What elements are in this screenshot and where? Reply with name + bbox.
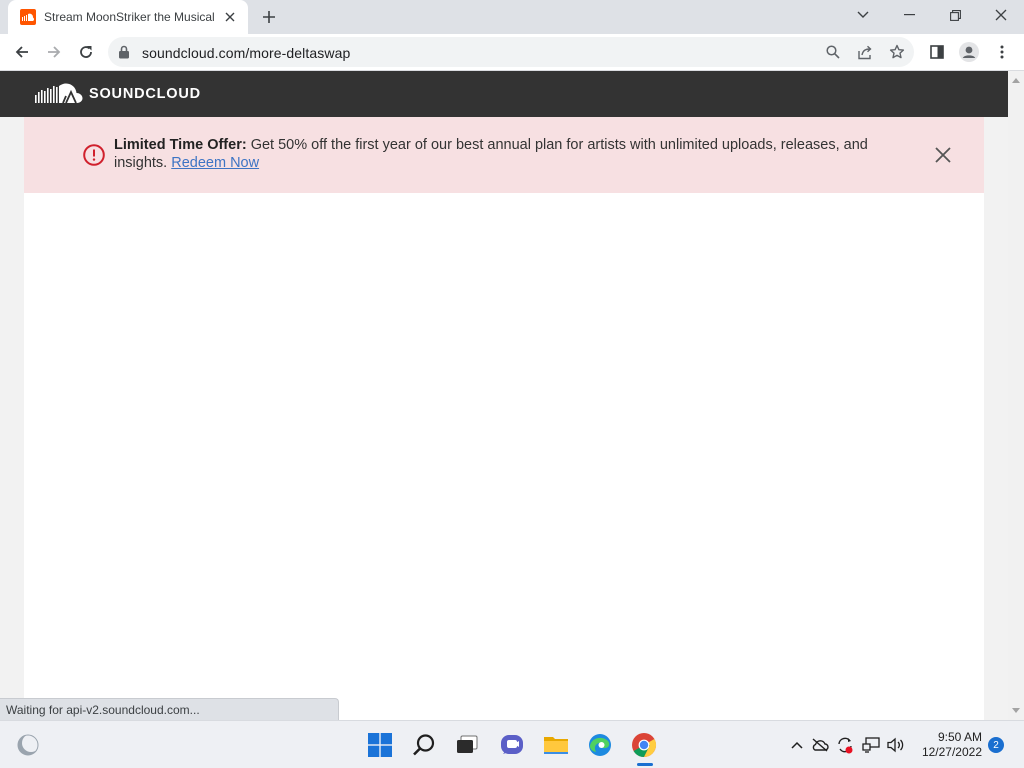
lock-icon[interactable]: [118, 45, 130, 64]
scroll-down-icon[interactable]: [1012, 706, 1020, 714]
volume-icon[interactable]: [887, 736, 905, 754]
show-hidden-icons-chevron-icon[interactable]: [788, 736, 806, 754]
search-taskbar-icon[interactable]: [408, 729, 440, 761]
sync-alert-icon[interactable]: [836, 736, 854, 754]
edge-browser-icon[interactable]: [584, 729, 616, 761]
status-bubble: Waiting for api-v2.soundcloud.com...: [0, 698, 339, 720]
minimize-button[interactable]: [886, 0, 932, 30]
page-viewport: SOUNDCLOUD Limited Time Offer: Get 50% o…: [0, 71, 1008, 720]
scroll-up-icon[interactable]: [1012, 77, 1020, 85]
soundcloud-cloud-icon: [35, 83, 83, 104]
taskbar-clock[interactable]: 9:50 AM 12/27/2022: [912, 730, 982, 760]
page-scrollbar[interactable]: [1008, 71, 1024, 720]
browser-toolbar: soundcloud.com/more-deltaswap: [0, 34, 1024, 71]
main-content: Limited Time Offer: Get 50% off the firs…: [24, 117, 984, 720]
clock-time: 9:50 AM: [937, 730, 982, 744]
new-tab-button[interactable]: [258, 6, 280, 28]
file-explorer-icon[interactable]: [540, 729, 572, 761]
browser-menu-icon[interactable]: [988, 38, 1016, 66]
browser-tab[interactable]: Stream MoonStriker the Musical: [8, 0, 248, 34]
soundcloud-logo[interactable]: SOUNDCLOUD: [35, 83, 201, 105]
restore-button[interactable]: [932, 0, 978, 30]
onedrive-offline-icon[interactable]: [811, 736, 829, 754]
tab-title: Stream MoonStriker the Musical: [44, 10, 215, 24]
network-icon[interactable]: [862, 736, 880, 754]
soundcloud-header: SOUNDCLOUD: [0, 71, 1008, 117]
tab-strip: Stream MoonStriker the Musical: [0, 0, 1024, 34]
share-icon[interactable]: [857, 44, 873, 60]
redeem-now-link[interactable]: Redeem Now: [171, 155, 259, 171]
tab-search-icon[interactable]: [840, 0, 886, 30]
windows-taskbar: 9:50 AM 12/27/2022 2: [0, 720, 1024, 768]
chrome-taskbar-icon[interactable]: [628, 729, 660, 761]
address-bar[interactable]: soundcloud.com/more-deltaswap: [108, 37, 914, 67]
task-view-icon[interactable]: [451, 729, 483, 761]
soundcloud-favicon-icon: [20, 9, 36, 25]
active-app-indicator: [637, 763, 653, 766]
profile-avatar-icon[interactable]: [955, 38, 983, 66]
back-button[interactable]: [8, 38, 36, 66]
side-panel-icon[interactable]: [923, 38, 951, 66]
forward-button[interactable]: [40, 38, 68, 66]
clock-date: 12/27/2022: [921, 745, 982, 759]
notification-count-badge[interactable]: 2: [988, 737, 1004, 753]
alert-icon: [83, 144, 105, 171]
promo-banner: Limited Time Offer: Get 50% off the firs…: [24, 117, 984, 193]
banner-close-icon[interactable]: [933, 145, 953, 165]
teams-chat-icon[interactable]: [496, 729, 528, 761]
close-window-button[interactable]: [978, 0, 1024, 30]
tab-close-icon[interactable]: [222, 9, 238, 25]
promo-lead: Limited Time Offer:: [114, 137, 247, 153]
soundcloud-wordmark: SOUNDCLOUD: [89, 86, 201, 102]
search-icon[interactable]: [825, 44, 841, 60]
weather-widget-icon[interactable]: [12, 729, 44, 761]
bookmark-star-icon[interactable]: [889, 44, 905, 60]
promo-message: Limited Time Offer: Get 50% off the firs…: [114, 136, 904, 172]
reload-button[interactable]: [72, 38, 100, 66]
start-button-icon[interactable]: [364, 729, 396, 761]
url-text: soundcloud.com/more-deltaswap: [142, 45, 351, 61]
